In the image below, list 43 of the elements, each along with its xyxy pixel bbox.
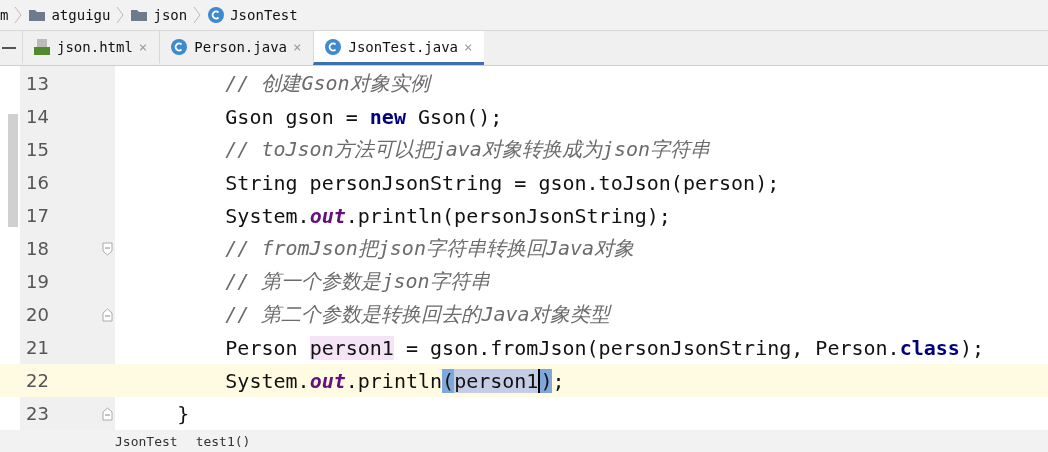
code-line: // 创建Gson对象实例	[224, 70, 430, 97]
line-number: 15	[25, 138, 50, 162]
class-icon	[170, 37, 189, 56]
code-line: System.out.println(personJsonString);	[224, 203, 671, 228]
line-number: 23	[25, 402, 50, 426]
code-line: // toJson方法可以把java对象转换成为json字符串	[224, 136, 711, 163]
html-file-icon	[33, 37, 51, 56]
line-number: 21	[25, 336, 50, 360]
line-number: 14	[25, 105, 50, 129]
breadcrumb-item[interactable]: atguigu	[28, 7, 111, 23]
minimize-icon[interactable]	[2, 47, 16, 49]
line-number: 16	[25, 171, 50, 195]
line-number: 20	[25, 303, 50, 327]
chevron-icon	[193, 5, 202, 25]
code-line: }	[176, 401, 190, 426]
code-line: // fromJson把json字符串转换回Java对象	[224, 235, 635, 262]
line-number: 13	[25, 72, 50, 96]
scrollbar-thumb[interactable]	[8, 114, 18, 227]
breadcrumb-item[interactable]: json	[130, 7, 188, 23]
line-number: 22	[25, 369, 50, 393]
code-line: // 第二个参数是转换回去的Java对象类型	[224, 301, 610, 328]
class-icon	[324, 37, 343, 56]
breadcrumb-item[interactable]: JsonTest	[207, 6, 298, 24]
fold-marker-icon[interactable]	[102, 241, 113, 256]
folder-icon	[130, 8, 149, 22]
status-breadcrumb[interactable]: test1()	[195, 433, 251, 449]
fold-marker-icon[interactable]	[102, 406, 113, 421]
fold-marker-icon[interactable]	[102, 307, 113, 322]
status-breadcrumb[interactable]: JsonTest	[115, 433, 178, 449]
code-line: String personJsonString = gson.toJson(person);	[224, 170, 780, 195]
code-line: Person person1 = gson.fromJson(personJsonString, Person.class);	[224, 335, 984, 360]
chevron-icon	[14, 5, 23, 25]
code-line: Gson gson = new Gson();	[224, 104, 503, 129]
class-icon	[207, 6, 226, 24]
code-line: System.out.println(person1);	[224, 368, 565, 393]
chevron-icon	[116, 5, 125, 25]
folder-icon	[28, 8, 47, 22]
breadcrumb-item[interactable]: m	[0, 7, 9, 23]
line-number: 17	[25, 204, 50, 228]
line-number: 19	[25, 270, 50, 294]
line-number: 18	[25, 237, 50, 261]
editor-tab[interactable]: JsonTest.java ×	[313, 31, 485, 65]
code-line: // 第一个参数是json字符串	[224, 268, 490, 295]
